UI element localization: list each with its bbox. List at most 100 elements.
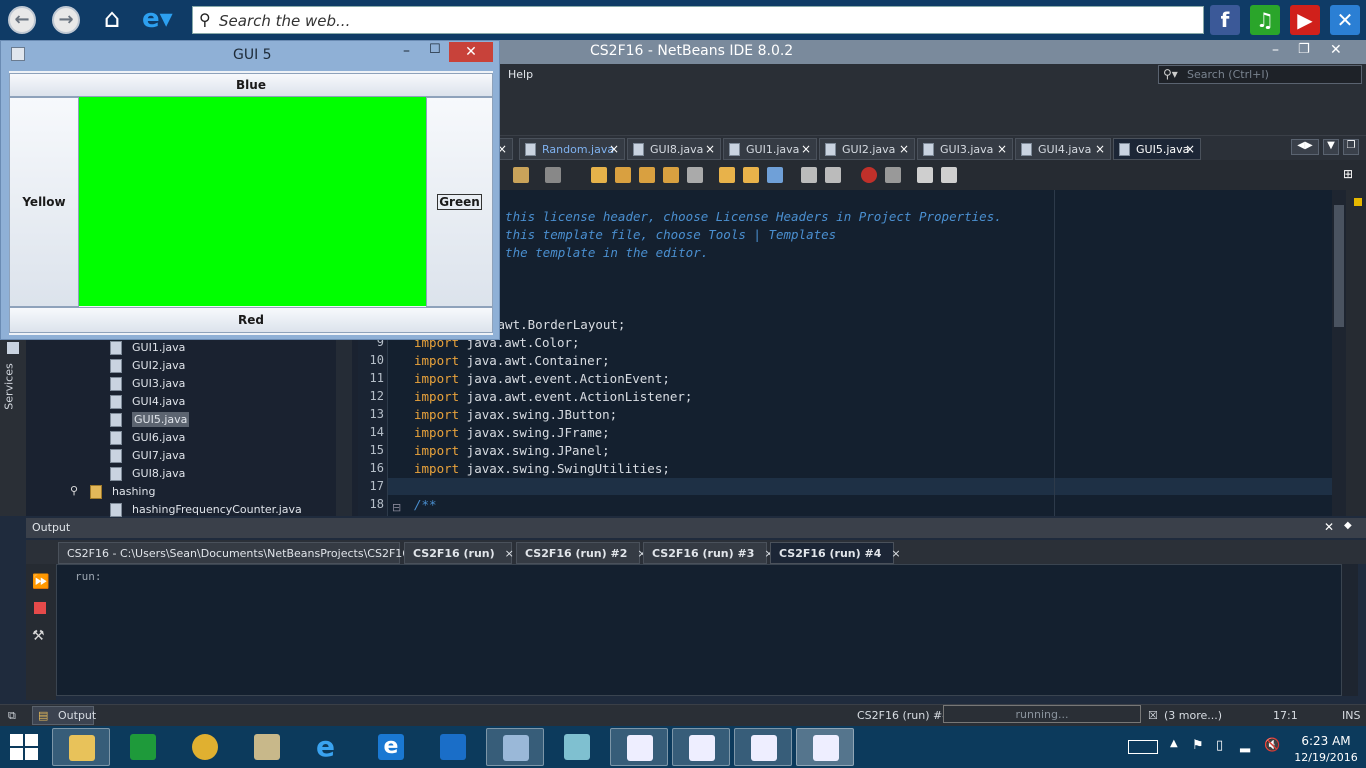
tree-item[interactable]: GUI7.java xyxy=(110,449,185,463)
menu-help[interactable]: Help xyxy=(508,68,533,81)
next-bookmark-icon[interactable] xyxy=(743,167,759,183)
editor-scrollbar-thumb[interactable] xyxy=(1334,205,1344,327)
close-icon[interactable]: × xyxy=(997,142,1007,156)
prev-bookmark-icon[interactable] xyxy=(719,167,735,183)
close-icon[interactable]: × xyxy=(891,547,900,560)
expand-toggle-icon[interactable]: ⚲ xyxy=(70,484,78,497)
warning-marker[interactable] xyxy=(1354,198,1362,206)
back-button[interactable]: ← xyxy=(8,6,36,34)
panel-menu-icon[interactable]: ◆ xyxy=(1344,520,1352,531)
blue-button[interactable]: Blue xyxy=(9,73,493,97)
toggle-highlight-icon[interactable] xyxy=(687,167,703,183)
home-button[interactable]: ⌂ xyxy=(98,6,126,34)
taskbar-java-4[interactable] xyxy=(796,728,854,766)
maximize-editor-button[interactable]: ❐ xyxy=(1343,139,1359,155)
start-button[interactable] xyxy=(10,734,38,760)
find-next-icon[interactable] xyxy=(639,167,655,183)
stop-icon[interactable] xyxy=(34,602,46,614)
ie-menu-button[interactable]: e▾ xyxy=(142,6,182,34)
taskbar-notes[interactable] xyxy=(548,728,606,766)
green-button[interactable]: Green xyxy=(426,97,493,307)
web-search-input[interactable]: ⚲ Search the web... xyxy=(192,6,1204,34)
source-icon[interactable] xyxy=(545,167,561,183)
minimize-button[interactable]: – xyxy=(1272,42,1279,58)
editor-tab[interactable]: GUI1.java × xyxy=(723,138,817,160)
output-tab[interactable]: CS2F16 (run) × xyxy=(404,542,514,564)
yellow-button[interactable]: Yellow xyxy=(9,97,79,307)
minimize-button[interactable]: – xyxy=(403,43,410,59)
games-icon[interactable]: ✕ xyxy=(1330,5,1360,35)
taskbar-chrome[interactable] xyxy=(176,728,234,766)
editor-tab[interactable]: GUI3.java × xyxy=(917,138,1013,160)
show-hidden-icons[interactable]: ▲ xyxy=(1170,738,1178,749)
output-scrollbar[interactable] xyxy=(1342,564,1358,696)
comment-icon[interactable] xyxy=(917,167,933,183)
youtube-icon[interactable]: ▶ xyxy=(1290,5,1320,35)
more-tasks-link[interactable]: (3 more...) xyxy=(1164,709,1222,722)
taskbar-file-explorer[interactable] xyxy=(52,728,110,766)
editor-tab[interactable]: GUI2.java × xyxy=(819,138,915,160)
services-tab[interactable]: Services xyxy=(3,363,16,409)
shift-right-icon[interactable] xyxy=(825,167,841,183)
taskbar-java-3[interactable] xyxy=(734,728,792,766)
ide-search-input[interactable]: ⚲▾ Search (Ctrl+I) xyxy=(1158,65,1362,84)
red-button[interactable]: Red xyxy=(9,307,493,333)
close-icon[interactable]: × xyxy=(609,142,619,156)
shift-left-icon[interactable] xyxy=(801,167,817,183)
find-previous-icon[interactable] xyxy=(615,167,631,183)
taskbar-virtualbox[interactable] xyxy=(486,728,544,766)
find-selection-icon[interactable] xyxy=(663,167,679,183)
close-icon[interactable]: × xyxy=(801,142,811,156)
facebook-icon[interactable]: f xyxy=(1210,5,1240,35)
music-icon[interactable]: ♫ xyxy=(1250,5,1280,35)
services-icon[interactable] xyxy=(7,342,19,354)
history-icon[interactable] xyxy=(513,167,529,183)
clock-date[interactable]: 12/19/2016 xyxy=(1290,751,1362,764)
tree-item-selected[interactable]: GUI5.java xyxy=(110,412,190,427)
editor-tab-active[interactable]: GUI5.java × xyxy=(1113,138,1201,160)
taskbar-mail[interactable] xyxy=(424,728,482,766)
stop-macro-icon[interactable] xyxy=(885,167,901,183)
split-editor-icon[interactable]: ⊞ xyxy=(1343,167,1359,183)
volume-icon[interactable]: 🔇 xyxy=(1264,738,1280,753)
tree-item[interactable]: GUI3.java xyxy=(110,377,185,391)
tree-item[interactable]: hashingFrequencyCounter.java xyxy=(110,503,302,517)
output-tab-active[interactable]: CS2F16 (run) #4 × xyxy=(770,542,901,564)
settings-icon[interactable]: ⚒ xyxy=(32,628,45,644)
close-icon[interactable]: × xyxy=(1185,142,1195,156)
fold-icon[interactable]: ⊟ xyxy=(392,501,401,514)
editor-tab[interactable]: GUI4.java × xyxy=(1015,138,1111,160)
tree-package[interactable]: hashing xyxy=(90,485,155,499)
output-tab[interactable]: CS2F16 (run) #3 × xyxy=(643,542,774,564)
toggle-bookmark-icon[interactable] xyxy=(767,167,783,183)
close-icon[interactable]: × xyxy=(705,142,715,156)
close-button[interactable]: ✕ xyxy=(449,42,493,62)
maximize-button[interactable]: ☐ xyxy=(429,42,441,57)
cancel-task-icon[interactable]: ☒ xyxy=(1148,709,1158,722)
close-button[interactable]: ✕ xyxy=(1330,42,1342,58)
clock-time[interactable]: 6:23 AM xyxy=(1298,734,1354,748)
tab-list-dropdown[interactable]: ▼ xyxy=(1323,139,1339,155)
close-icon[interactable]: × xyxy=(899,142,909,156)
forward-button[interactable]: → xyxy=(52,6,80,34)
output-console[interactable]: run: xyxy=(56,564,1342,696)
taskbar-ie-modern[interactable]: e xyxy=(362,728,420,766)
taskbar-maps[interactable] xyxy=(238,728,296,766)
editor-tab[interactable]: GUI8.java × xyxy=(627,138,721,160)
output-tab[interactable]: CS2F16 - C:\Users\Sean\Documents\NetBean… xyxy=(58,542,429,564)
action-center-icon[interactable]: ⚑ xyxy=(1192,738,1204,753)
window-icon[interactable]: ⧉ xyxy=(8,709,16,723)
tree-item[interactable]: GUI6.java xyxy=(110,431,185,445)
close-icon[interactable]: ✕ xyxy=(1324,520,1334,534)
restore-button[interactable]: ❐ xyxy=(1298,42,1310,57)
tree-item[interactable]: GUI1.java xyxy=(110,341,185,355)
output-tab[interactable]: CS2F16 (run) #2 × xyxy=(516,542,647,564)
tab-scroll-arrows[interactable]: ◀▶ xyxy=(1291,139,1319,155)
close-icon[interactable]: × xyxy=(1095,142,1105,156)
tree-item[interactable]: GUI8.java xyxy=(110,467,185,481)
record-macro-icon[interactable] xyxy=(861,167,877,183)
taskbar-java-1[interactable] xyxy=(610,728,668,766)
tree-item[interactable]: GUI2.java xyxy=(110,359,185,373)
find-icon[interactable] xyxy=(591,167,607,183)
taskbar-ie[interactable]: e xyxy=(300,728,358,766)
